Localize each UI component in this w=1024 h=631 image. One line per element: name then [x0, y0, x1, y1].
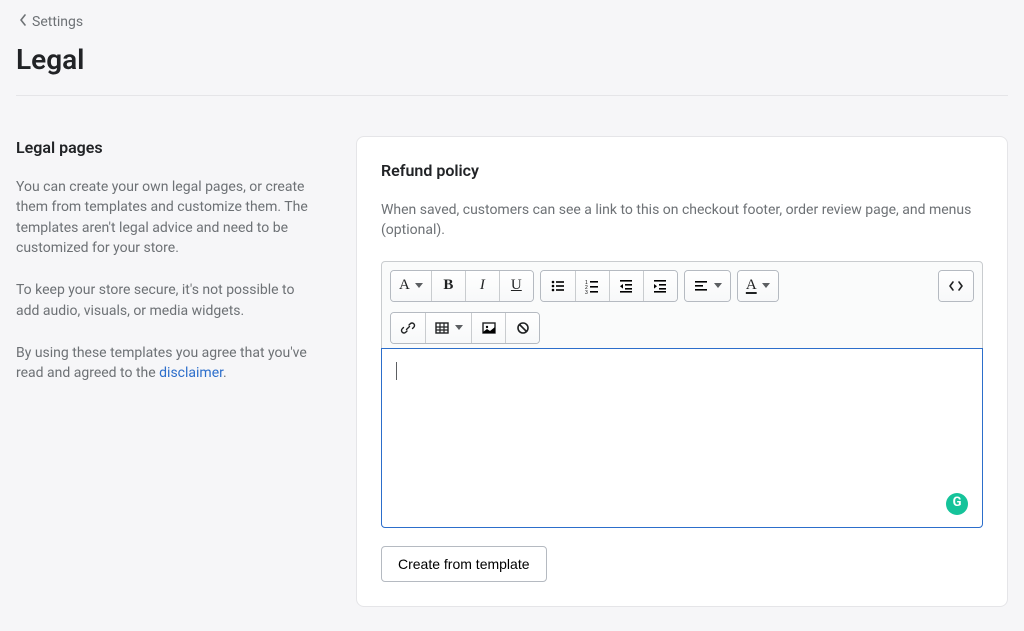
italic-button[interactable]: I	[465, 271, 499, 301]
link-icon	[400, 320, 416, 336]
side-paragraph-1: You can create your own legal pages, or …	[16, 177, 316, 258]
breadcrumb-back[interactable]: Settings	[18, 12, 83, 32]
indent-icon	[652, 278, 668, 294]
caret-down-icon	[415, 283, 423, 288]
page-title: Legal	[16, 40, 1008, 96]
numbered-list-button[interactable]: 123	[575, 271, 609, 301]
grammarly-badge-icon[interactable]	[946, 493, 968, 515]
caret-down-icon	[455, 325, 463, 330]
text-color-dropdown[interactable]: A	[738, 271, 778, 301]
svg-text:3: 3	[585, 290, 588, 294]
disable-icon	[515, 320, 531, 336]
bold-button[interactable]: B	[431, 271, 465, 301]
disclaimer-link[interactable]: disclaimer	[159, 365, 223, 381]
editor-toolbar: A B I U 123	[381, 261, 983, 349]
table-dropdown[interactable]	[425, 313, 471, 343]
side-paragraph-2: To keep your store secure, it's not poss…	[16, 280, 316, 321]
font-style-dropdown[interactable]: A	[391, 271, 431, 301]
refund-policy-card: Refund policy When saved, customers can …	[356, 136, 1008, 607]
sidebar-info: Legal pages You can create your own lega…	[16, 136, 316, 607]
chevron-left-icon	[18, 12, 28, 32]
numbered-list-icon: 123	[584, 278, 600, 294]
align-dropdown[interactable]	[685, 271, 730, 301]
link-button[interactable]	[391, 313, 425, 343]
side-paragraph-3: By using these templates you agree that …	[16, 343, 316, 384]
code-icon	[948, 278, 964, 294]
outdent-button[interactable]	[609, 271, 643, 301]
editor-textarea[interactable]	[381, 348, 983, 528]
card-title: Refund policy	[381, 159, 983, 182]
text-cursor	[396, 362, 397, 380]
html-view-button[interactable]	[939, 271, 973, 301]
clear-format-button[interactable]	[505, 313, 539, 343]
indent-button[interactable]	[643, 271, 677, 301]
bullet-list-icon	[550, 278, 566, 294]
bullet-list-button[interactable]	[541, 271, 575, 301]
create-from-template-button[interactable]: Create from template	[381, 546, 547, 582]
underline-button[interactable]: U	[499, 271, 533, 301]
side-heading: Legal pages	[16, 136, 316, 159]
breadcrumb-label: Settings	[32, 12, 83, 32]
table-icon	[434, 320, 450, 336]
image-icon	[481, 320, 497, 336]
outdent-icon	[618, 278, 634, 294]
caret-down-icon	[762, 283, 770, 288]
align-left-icon	[693, 278, 709, 294]
card-desc: When saved, customers can see a link to …	[381, 200, 983, 241]
image-button[interactable]	[471, 313, 505, 343]
caret-down-icon	[714, 283, 722, 288]
